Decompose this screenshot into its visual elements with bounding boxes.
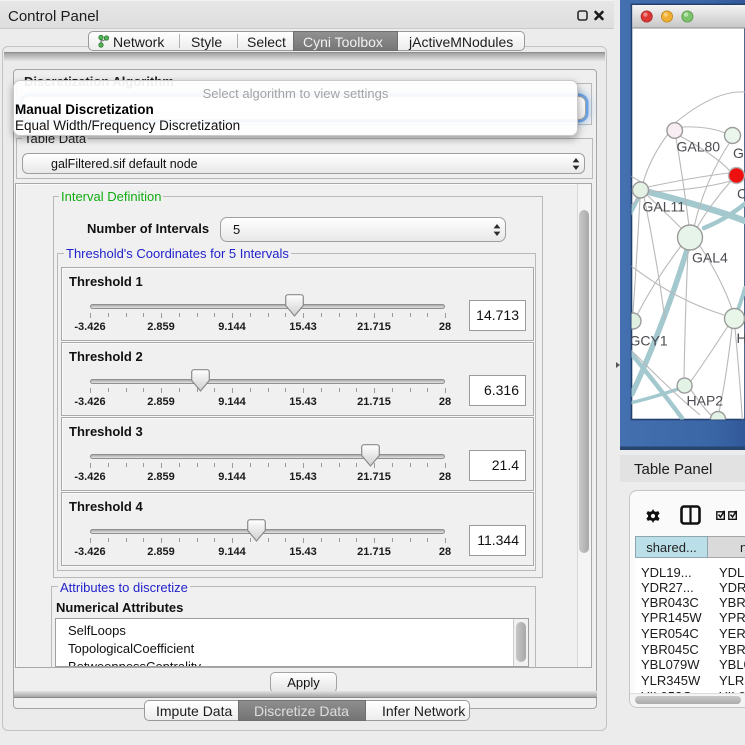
svg-text:GAL11: GAL11 xyxy=(643,199,686,215)
svg-text:HIS4: HIS4 xyxy=(737,330,745,346)
svg-text:HAP2: HAP2 xyxy=(687,393,724,409)
svg-text:GAL80: GAL80 xyxy=(677,139,721,155)
svg-text:GCY1: GCY1 xyxy=(630,333,668,349)
svg-text:CYC8: CYC8 xyxy=(737,186,745,202)
svg-text:GAL3: GAL3 xyxy=(733,145,745,161)
svg-text:GAL4: GAL4 xyxy=(692,250,728,266)
